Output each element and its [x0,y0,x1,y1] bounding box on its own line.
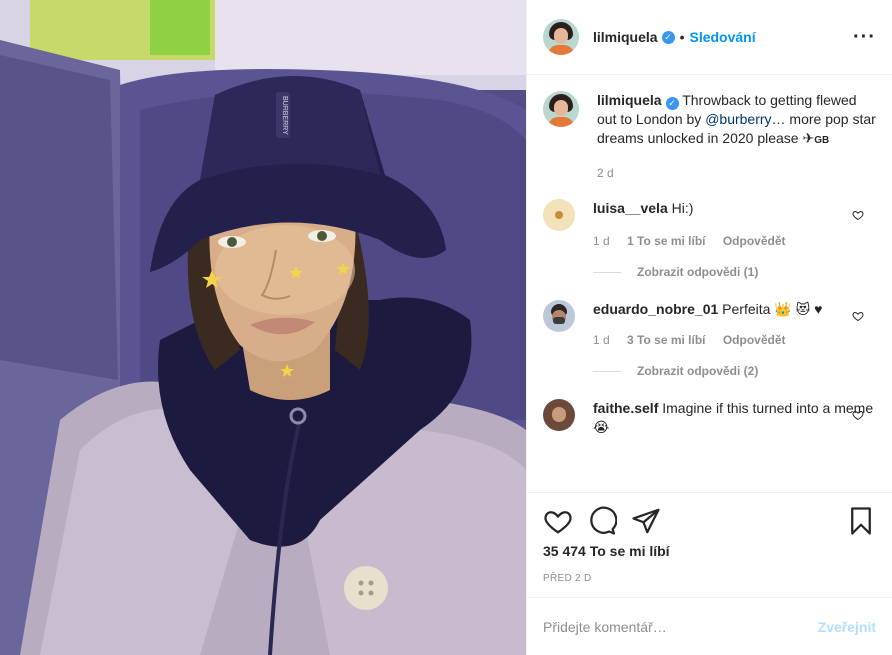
comment-username[interactable]: eduardo_nobre_01 [593,301,718,317]
comment-like-heart-icon[interactable] [852,310,864,322]
author-avatar[interactable] [543,19,579,55]
add-comment-bar: Zveřejnit [527,597,892,655]
caption-body: lilmiquela ✓ Throwback to getting flewed … [597,91,876,183]
view-replies-label: Zobrazit odpovědi (2) [637,364,759,378]
comment-item: luisa__vela Hi:) 1 d 1 To se mi líbí Odp… [543,199,876,282]
comment-meta: 1 d 3 To se mi líbí Odpovědět [593,331,876,350]
like-heart-icon[interactable] [543,506,573,536]
comment-text: Perfeita 👑 😻 ♥ [722,301,823,317]
commenter-avatar[interactable] [543,399,575,431]
comment-body: luisa__vela Hi:) 1 d 1 To se mi líbí Odp… [593,199,876,282]
post-actions: 35 474 To se mi líbí PŘED 2 D [527,492,892,597]
caption-mention-link[interactable]: @burberry [705,111,771,127]
comment-item: faithe.self Imagine if this turned into … [543,399,876,437]
comment-age[interactable]: 1 d [593,333,610,347]
post-side-panel: lilmiquela ✓ • Sledování ··· lilmiquela ✓… [526,0,892,655]
comment-likes[interactable]: 3 To se mi líbí [627,333,705,347]
reply-button[interactable]: Odpovědět [723,234,786,248]
verified-badge-icon: ✓ [661,30,675,44]
author-username[interactable]: lilmiquela [593,29,658,45]
likes-count[interactable]: 35 474 To se mi líbí [543,543,876,559]
caption-meta: 2 d [597,164,876,183]
comment-body: eduardo_nobre_01 Perfeita 👑 😻 ♥ 1 d 3 To… [593,300,876,381]
share-send-icon[interactable] [631,506,661,536]
action-icons [543,501,876,541]
replies-divider [593,272,621,273]
replies-divider [593,371,621,372]
comment-like-heart-icon[interactable] [852,409,864,421]
header-separator: • [679,29,685,45]
view-replies-button[interactable]: Zobrazit odpovědi (1) [593,263,876,282]
caption: lilmiquela ✓ Throwback to getting flewed … [543,91,876,183]
comment-username[interactable]: luisa__vela [593,200,668,216]
comment-username[interactable]: faithe.self [593,400,658,416]
view-replies-button[interactable]: Zobrazit odpovědi (2) [593,362,876,381]
post-header: lilmiquela ✓ • Sledování ··· [527,0,892,75]
comment-like-heart-icon[interactable] [852,209,864,221]
svg-text:BURBERRY: BURBERRY [281,96,288,135]
post-photo[interactable]: BURBERRY [0,0,526,655]
publish-button[interactable]: Zveřejnit [818,619,876,635]
comment-input[interactable] [543,618,818,635]
post-date[interactable]: PŘED 2 D [543,573,876,584]
view-replies-label: Zobrazit odpovědi (1) [637,265,759,279]
commenter-avatar[interactable] [543,300,575,332]
instagram-post: BURBERRY lilmiquela ✓ • Sledování ··· li… [0,0,892,655]
caption-author-avatar[interactable] [543,91,579,127]
comment-body: faithe.self Imagine if this turned into … [593,399,876,437]
bookmark-save-icon[interactable] [846,506,876,536]
selfie-illustration: BURBERRY [0,0,526,655]
reply-button[interactable]: Odpovědět [723,333,786,347]
comment-bubble-icon[interactable] [587,506,617,536]
verified-badge-icon: ✓ [665,97,679,110]
comment-item: eduardo_nobre_01 Perfeita 👑 😻 ♥ 1 d 3 To… [543,300,876,381]
flag-gb: GB [814,135,830,146]
more-horizontal-icon[interactable]: ··· [853,27,876,47]
comments-list[interactable]: lilmiquela ✓ Throwback to getting flewed … [527,75,892,492]
comment-text: Hi:) [671,200,694,216]
following-button[interactable]: Sledování [689,29,755,45]
comment-age[interactable]: 1 d [593,234,610,248]
commenter-avatar[interactable] [543,199,575,231]
comment-likes[interactable]: 1 To se mi líbí [627,234,705,248]
caption-age[interactable]: 2 d [597,166,614,180]
comment-meta: 1 d 1 To se mi líbí Odpovědět [593,232,876,251]
caption-username[interactable]: lilmiquela [597,92,662,108]
